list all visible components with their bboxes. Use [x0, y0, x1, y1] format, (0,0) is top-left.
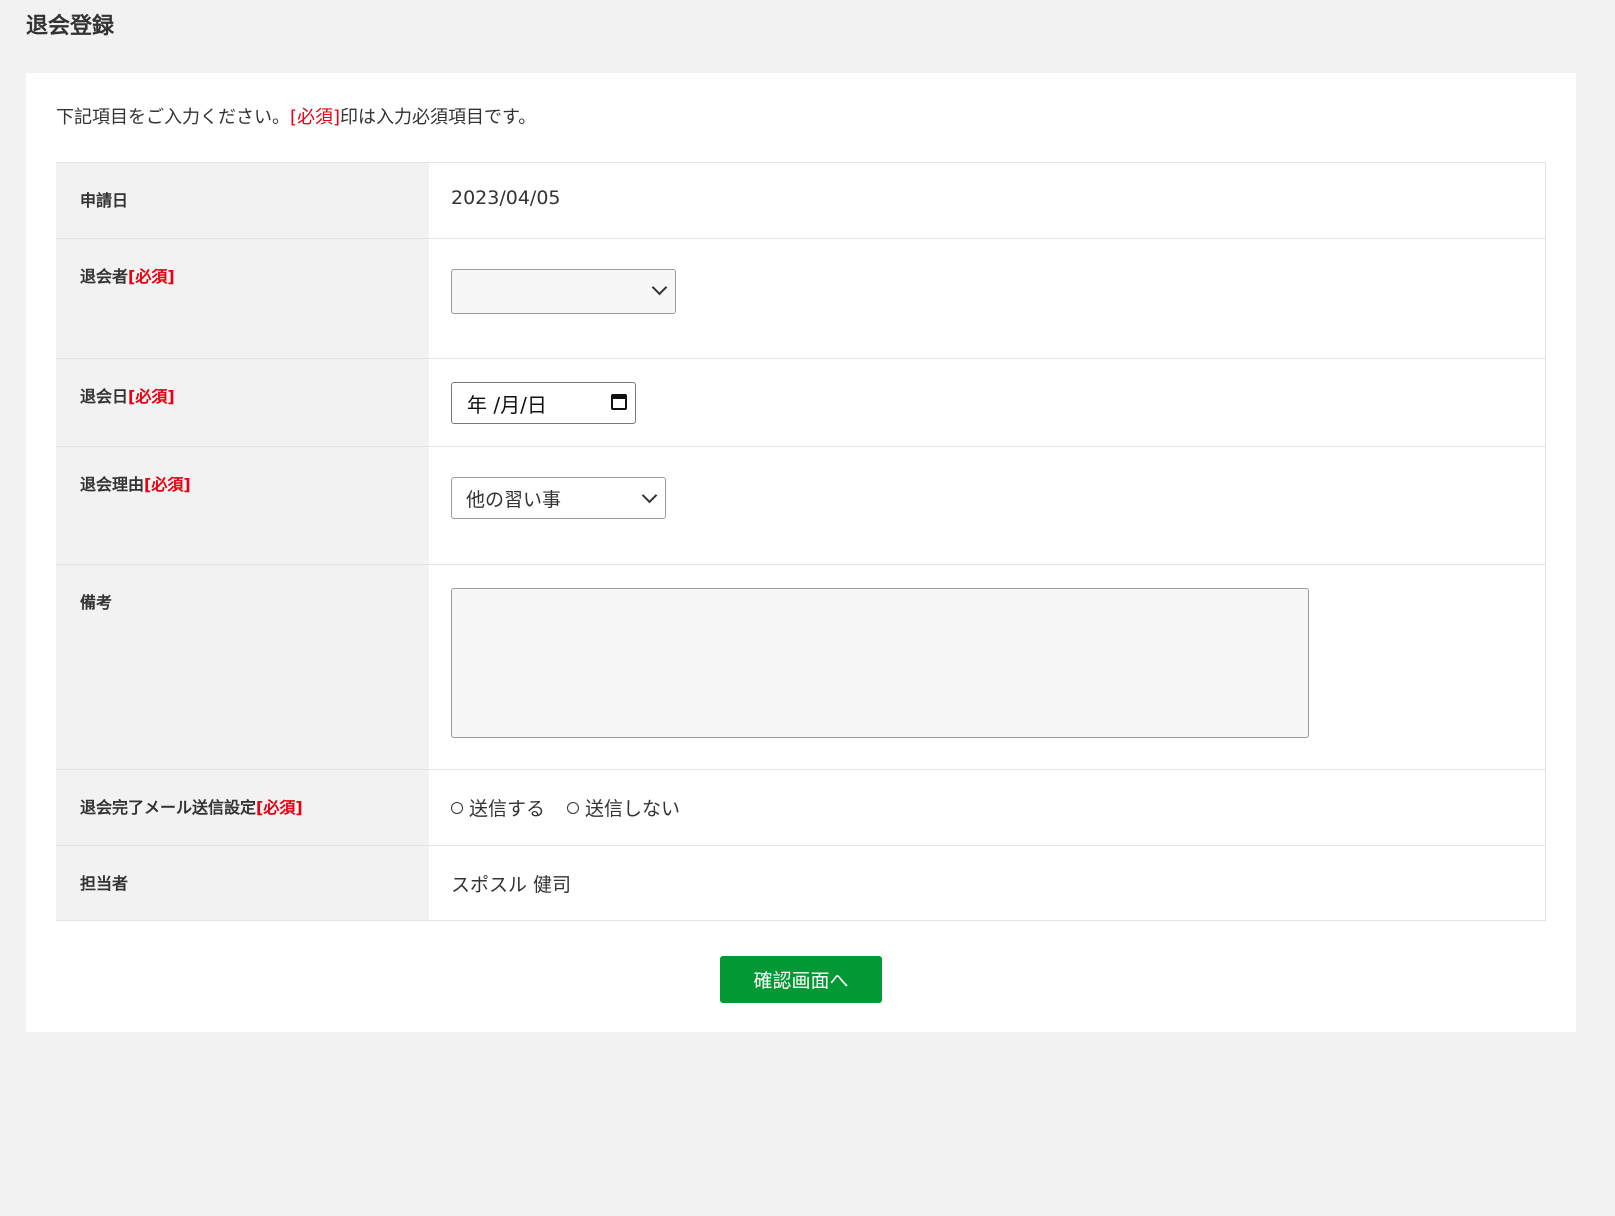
confirm-button[interactable]: 確認画面へ — [720, 956, 882, 1003]
application-date-label: 申請日 — [56, 162, 429, 239]
page-title: 退会登録 — [26, 14, 115, 39]
reason-select-value: 他の習い事 — [466, 489, 562, 511]
reason-select[interactable]: 他の習い事 — [451, 477, 666, 519]
note-label-text: 備考 — [80, 593, 113, 612]
member-required-marker: [必須] — [128, 267, 175, 286]
application-date-label-text: 申請日 — [80, 191, 129, 210]
withdraw-date-placeholder: 年 /月/日 — [467, 393, 547, 417]
reason-label-text: 退会理由 — [80, 475, 145, 494]
reason-label: 退会理由[必須] — [56, 446, 429, 565]
staff-label: 担当者 — [56, 845, 429, 921]
reason-cell: 他の習い事 — [429, 446, 1546, 565]
row-member: 退会者[必須] — [56, 238, 1546, 359]
application-date-value: 2023/04/05 — [451, 187, 561, 209]
intro-required-marker: [必須] — [290, 107, 341, 128]
withdraw-date-label: 退会日[必須] — [56, 358, 429, 447]
radio-send-label[interactable]: 送信する — [469, 794, 545, 821]
withdraw-date-cell: 年 /月/日 — [429, 358, 1546, 447]
row-note: 備考 — [56, 564, 1546, 770]
note-textarea[interactable] — [451, 588, 1309, 738]
member-label-text: 退会者 — [80, 267, 129, 286]
mail-setting-label-text: 退会完了メール送信設定 — [80, 798, 257, 817]
row-mail-setting: 退会完了メール送信設定[必須] 送信する 送信しない — [56, 769, 1546, 846]
calendar-icon[interactable] — [611, 394, 627, 410]
chevron-down-icon — [651, 279, 668, 296]
member-label: 退会者[必須] — [56, 238, 429, 359]
withdraw-date-required-marker: [必須] — [128, 387, 175, 406]
note-label: 備考 — [56, 564, 429, 770]
chevron-down-icon — [641, 487, 658, 504]
member-cell — [429, 238, 1546, 359]
withdrawal-form-table: 申請日 2023/04/05 退会者[必須] 退会日[必須] 年 /月/日 退会… — [56, 162, 1546, 921]
mail-setting-label: 退会完了メール送信設定[必須] — [56, 769, 429, 846]
mail-setting-cell: 送信する 送信しない — [429, 769, 1546, 846]
row-withdraw-date: 退会日[必須] 年 /月/日 — [56, 358, 1546, 447]
withdraw-date-input[interactable]: 年 /月/日 — [451, 382, 636, 424]
intro-before: 下記項目をご入力ください。 — [56, 107, 290, 128]
application-date-cell: 2023/04/05 — [429, 162, 1546, 239]
mail-setting-radio-group: 送信する 送信しない — [451, 770, 1545, 821]
intro-text: 下記項目をご入力ください。[必須]印は入力必須項目です。 — [56, 103, 536, 129]
staff-cell: スポスル 健司 — [429, 845, 1546, 921]
staff-label-text: 担当者 — [80, 874, 129, 893]
row-staff: 担当者 スポスル 健司 — [56, 845, 1546, 921]
reason-required-marker: [必須] — [144, 475, 191, 494]
staff-value: スポスル 健司 — [451, 874, 572, 896]
intro-after: 印は入力必須項目です。 — [340, 107, 537, 128]
radio-send[interactable]: 送信する — [451, 794, 545, 821]
mail-setting-required-marker: [必須] — [256, 798, 303, 817]
member-select[interactable] — [451, 269, 676, 314]
radio-not-send-label[interactable]: 送信しない — [585, 794, 680, 821]
radio-not-send[interactable]: 送信しない — [567, 794, 680, 821]
form-card: 下記項目をご入力ください。[必須]印は入力必須項目です。 申請日 2023/04… — [26, 73, 1576, 1032]
withdraw-date-label-text: 退会日 — [80, 387, 129, 406]
radio-circle-icon[interactable] — [451, 801, 463, 814]
row-reason: 退会理由[必須] 他の習い事 — [56, 446, 1546, 565]
note-cell — [429, 564, 1546, 770]
radio-circle-icon[interactable] — [567, 801, 580, 814]
row-application-date: 申請日 2023/04/05 — [56, 162, 1546, 239]
